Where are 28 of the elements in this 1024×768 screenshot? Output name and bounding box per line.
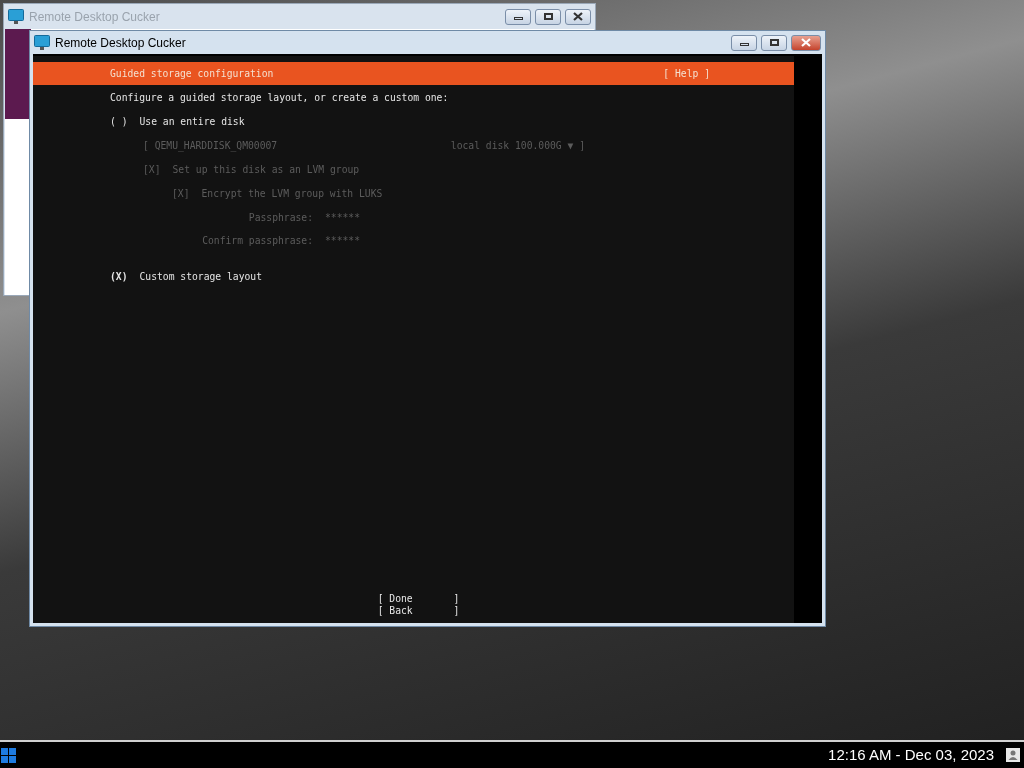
close-icon bbox=[801, 38, 811, 47]
intro-text: Configure a guided storage layout, or create a custom one: bbox=[110, 92, 450, 104]
monitor-icon bbox=[34, 35, 50, 50]
header-title: Guided storage configuration bbox=[110, 67, 274, 80]
maximize-button[interactable] bbox=[535, 8, 561, 25]
radio-option[interactable]: ( ) Use an entire disk bbox=[110, 116, 794, 128]
windows-start-icon[interactable] bbox=[1, 747, 16, 763]
close-button[interactable] bbox=[565, 8, 591, 25]
minimize-icon bbox=[513, 17, 523, 20]
maximize-icon bbox=[769, 39, 779, 46]
close-button[interactable] bbox=[791, 34, 821, 51]
maximize-button[interactable] bbox=[761, 34, 787, 51]
window-title: Remote Desktop Cucker bbox=[29, 8, 160, 26]
minimize-button[interactable] bbox=[731, 34, 757, 51]
radio-option[interactable]: (X) Custom storage layout bbox=[110, 271, 794, 283]
person-icon[interactable] bbox=[1006, 748, 1020, 762]
close-icon bbox=[573, 12, 583, 21]
help-button[interactable]: [ Help ] bbox=[663, 67, 710, 80]
minimize-button[interactable] bbox=[505, 8, 531, 25]
field-label: Passphrase: bbox=[247, 212, 313, 224]
menu-button[interactable]: [ Back ] bbox=[377, 605, 460, 617]
monitor-icon bbox=[8, 9, 24, 24]
window-title: Remote Desktop Cucker bbox=[55, 34, 186, 52]
field-label: Confirm passphrase: bbox=[201, 235, 313, 247]
clock-text: 12:16 AM - Dec 03, 2023 bbox=[828, 744, 994, 765]
maximize-icon bbox=[543, 13, 553, 20]
menu-button[interactable]: [ Done ] bbox=[377, 593, 460, 605]
minimize-icon bbox=[739, 43, 749, 46]
